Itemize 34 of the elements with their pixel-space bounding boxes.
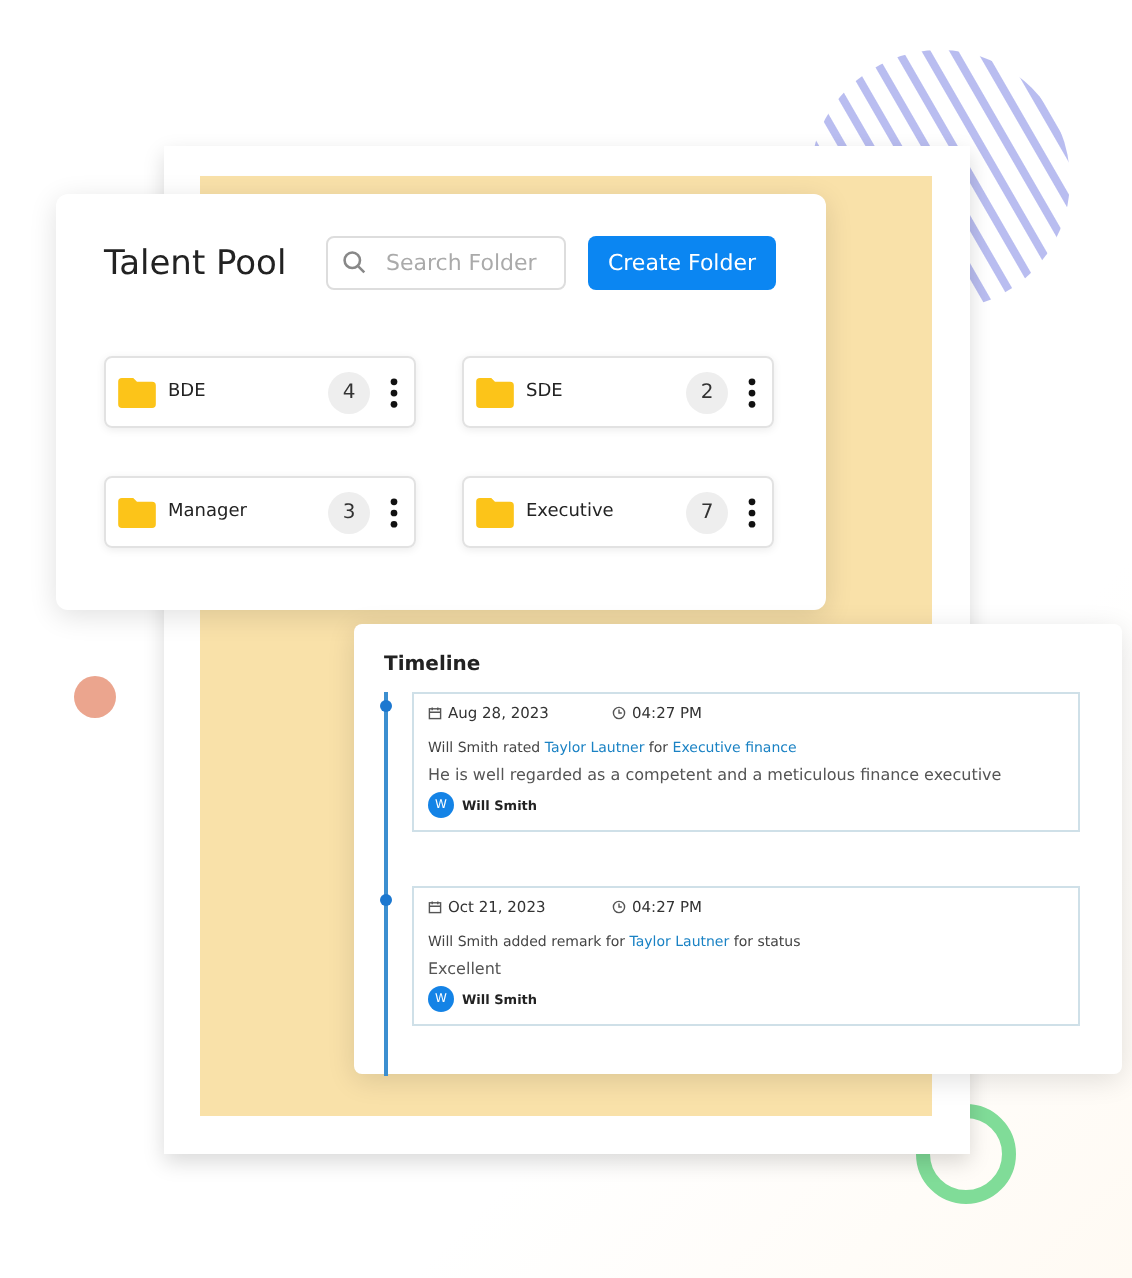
note-text: He is well regarded as a competent and a meticulous finance executive	[428, 766, 1004, 784]
folder-tile[interactable]: BDE 4	[104, 356, 416, 428]
folder-name: SDE	[526, 382, 565, 402]
clock-icon	[612, 706, 626, 720]
search-field[interactable]: Search Folder	[326, 236, 566, 290]
more-icon	[748, 497, 756, 527]
more-icon	[390, 497, 398, 527]
folder-icon	[118, 496, 156, 528]
timeline-dot	[380, 700, 392, 712]
calendar-icon	[428, 706, 442, 720]
more-icon	[748, 377, 756, 407]
timeline-dot	[380, 894, 392, 906]
search-icon	[342, 250, 366, 274]
decorative-dot	[74, 676, 116, 718]
calendar-icon	[428, 900, 442, 914]
note-text: Excellent	[428, 960, 504, 978]
page-title: Talent Pool	[104, 243, 289, 283]
folder-name: BDE	[168, 382, 208, 402]
create-folder-button[interactable]: Create Folder	[588, 236, 776, 290]
count-badge: 3	[328, 491, 370, 533]
folder-tile[interactable]: Executive 7	[462, 476, 774, 548]
count-badge: 7	[686, 491, 728, 533]
folder-icon	[476, 496, 514, 528]
section-title: Timeline	[384, 654, 483, 676]
folder-name: Manager	[168, 502, 249, 522]
folder-tile[interactable]: Manager 3	[104, 476, 416, 548]
folder-icon	[118, 376, 156, 408]
folder-tile[interactable]: SDE 2	[462, 356, 774, 428]
count-badge: 2	[686, 371, 728, 413]
folder-name: Executive	[526, 502, 616, 522]
more-icon	[390, 377, 398, 407]
folder-icon	[476, 376, 514, 408]
count-badge: 4	[328, 371, 370, 413]
clock-icon	[612, 900, 626, 914]
